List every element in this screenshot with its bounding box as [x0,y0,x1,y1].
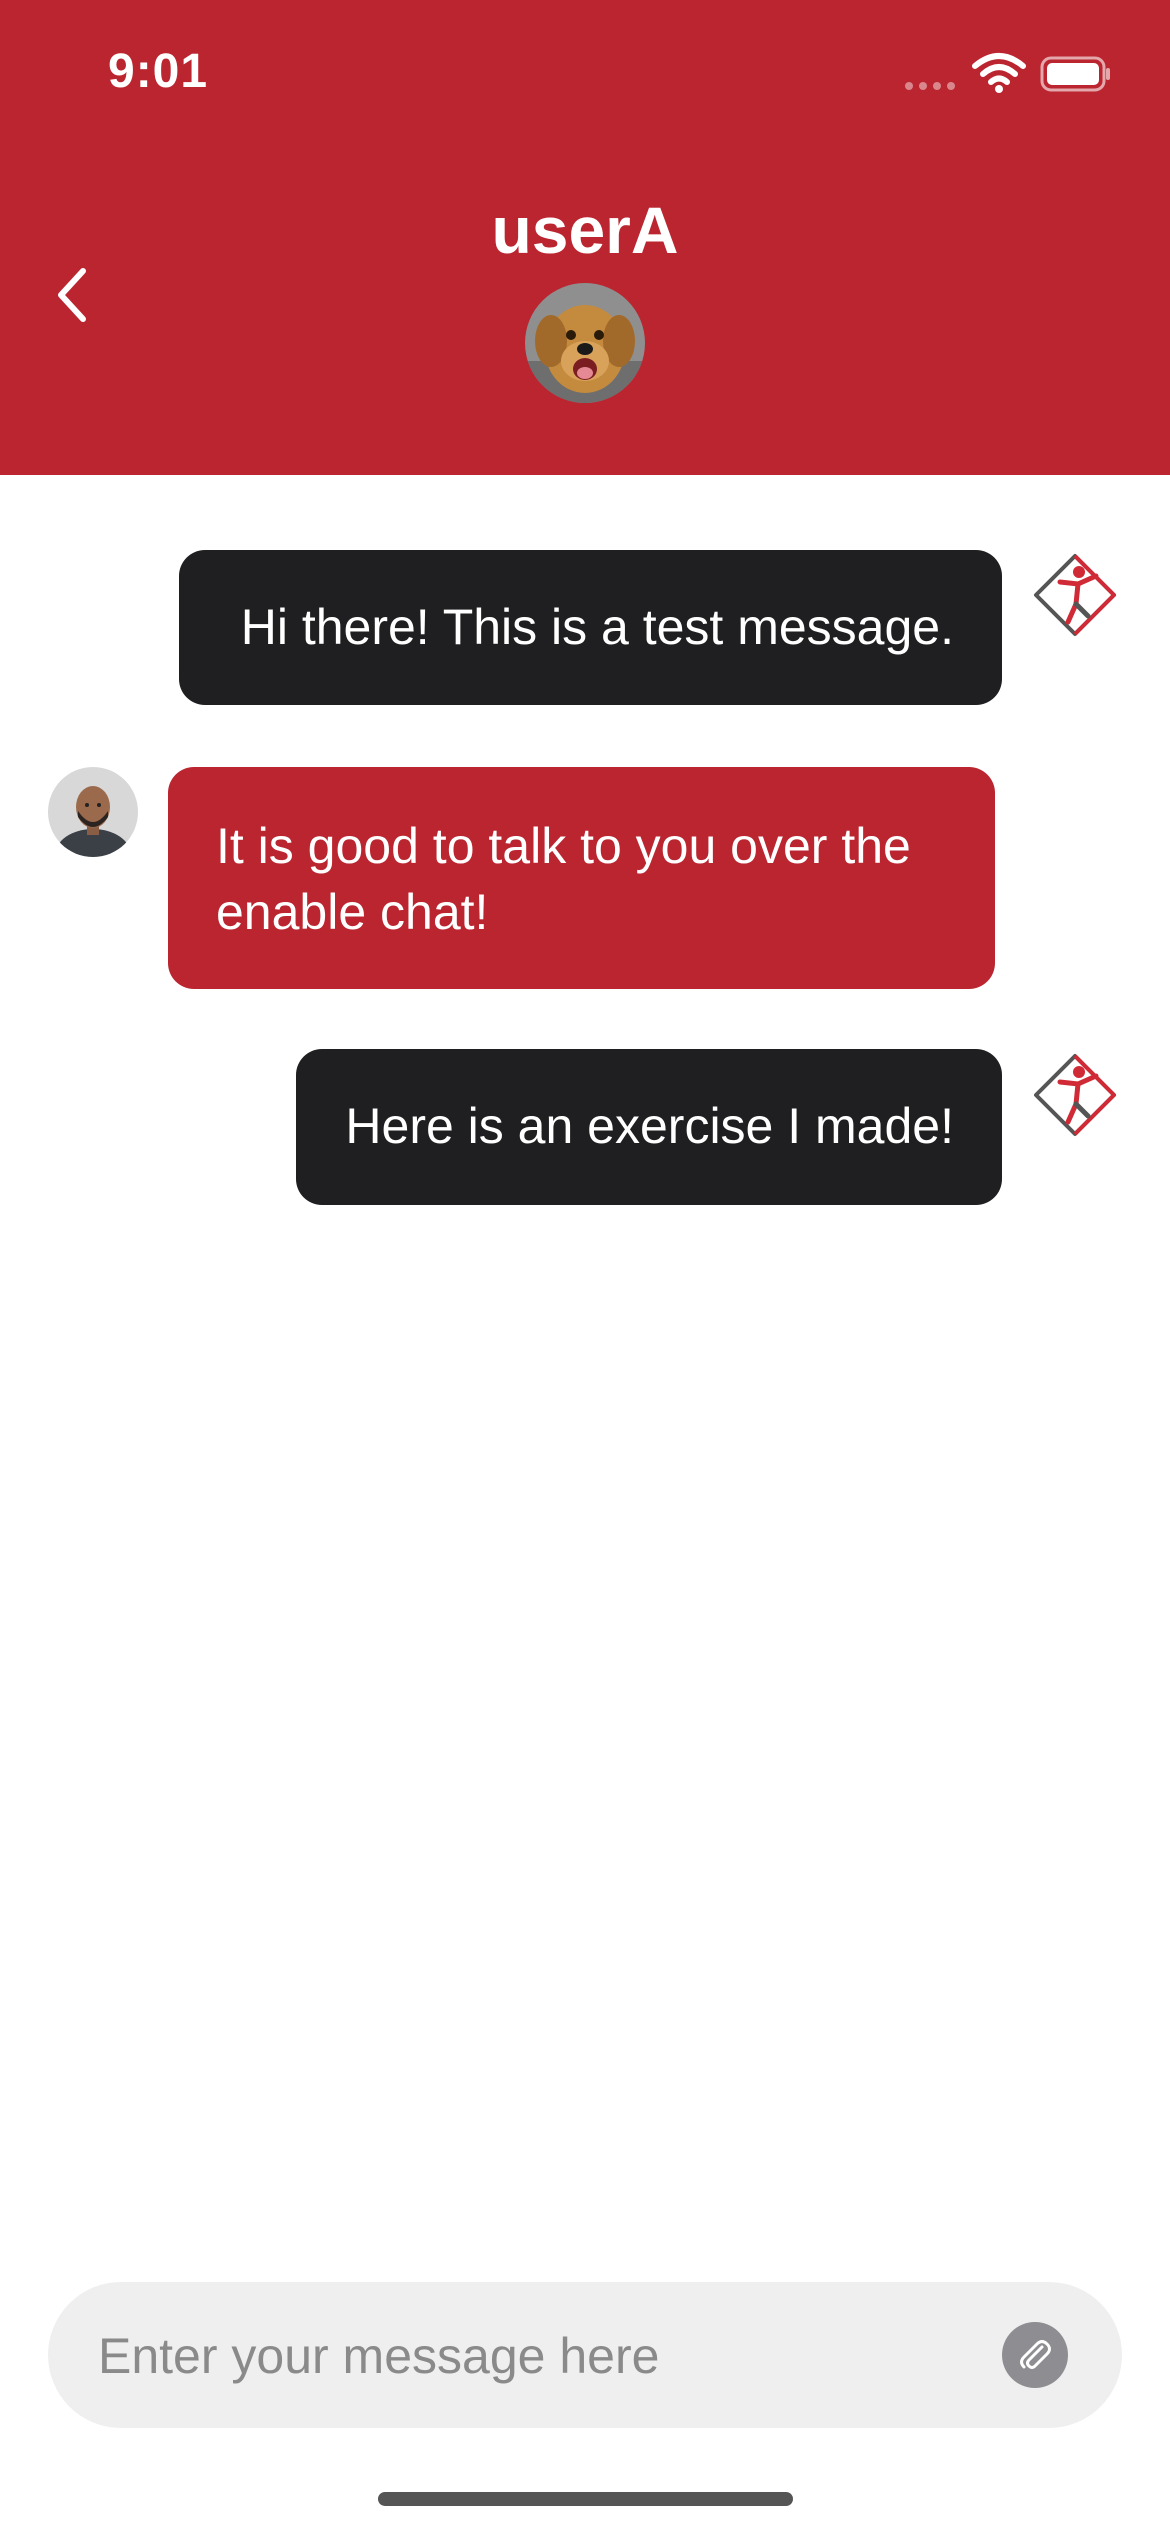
home-indicator[interactable] [378,2492,793,2506]
message-text: Hi there! This is a test message. [240,599,954,655]
dog-avatar-icon[interactable] [525,283,645,403]
cellular-signal-icon [905,82,957,90]
message-text: Here is an exercise I made! [345,1098,954,1154]
chat-header: 9:01 userA [0,0,1170,475]
sender-avatar[interactable] [48,767,138,857]
message-text: It is good to talk to you over the enabl… [216,818,911,940]
message-bubble-incoming[interactable]: It is good to talk to you over the enabl… [168,767,995,989]
message-bubble-outgoing[interactable]: Here is an exercise I made! [296,1049,1002,1205]
battery-icon [1040,56,1110,92]
status-time: 9:01 [108,45,209,98]
message-composer [48,2282,1122,2430]
attach-button[interactable] [1002,2322,1068,2388]
message-bubble-outgoing[interactable]: Hi there! This is a test message. [179,550,1002,705]
brand-logo-icon [1034,1054,1116,1136]
wifi-icon [972,53,1026,93]
chat-title: userA [491,193,679,267]
brand-logo-icon [1034,554,1116,636]
paperclip-icon [1020,2340,1051,2369]
message-input[interactable] [96,2282,1000,2430]
chevron-left-icon [58,268,86,322]
